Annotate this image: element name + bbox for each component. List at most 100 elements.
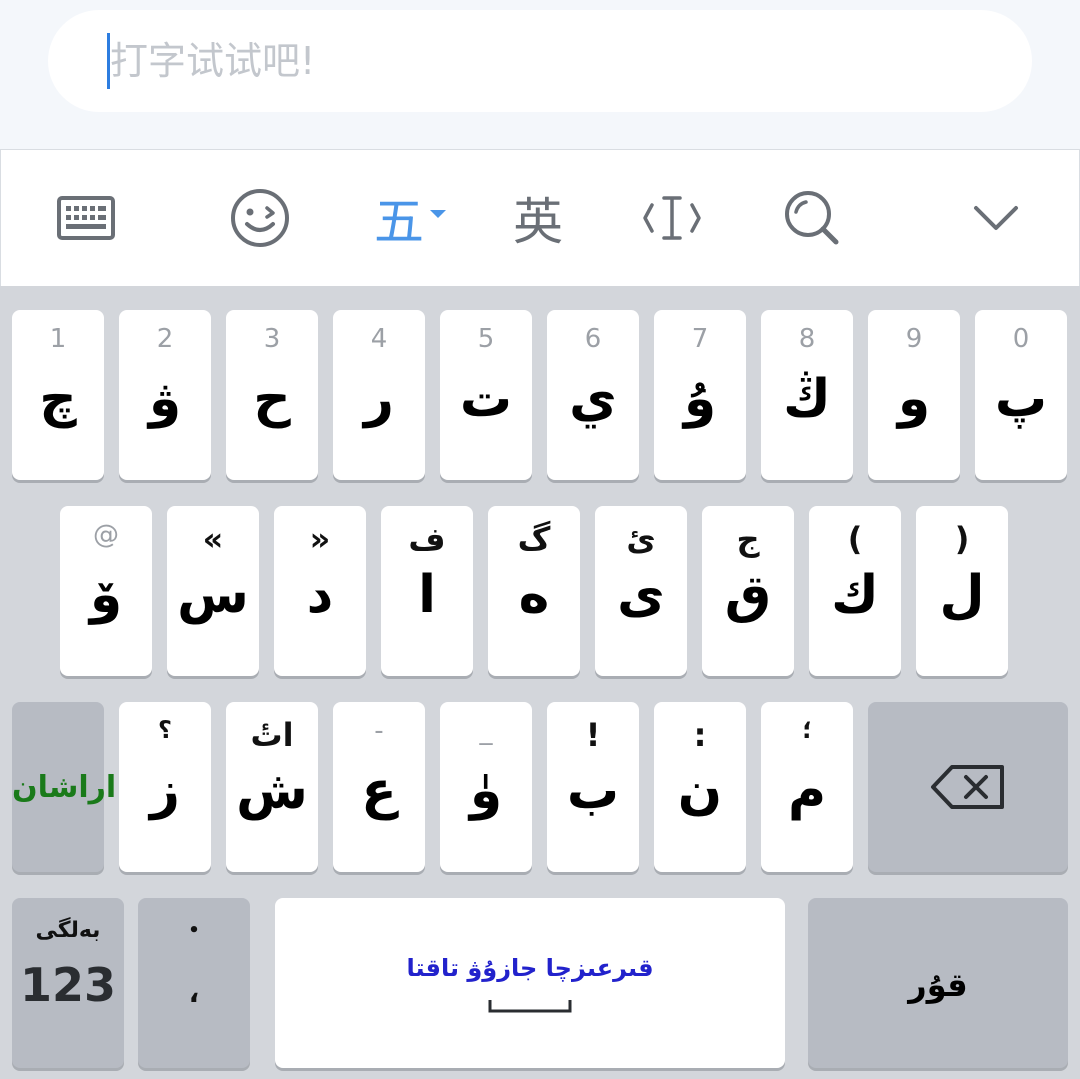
ime-mode-button[interactable]: 五 <box>361 150 461 286</box>
key-char: ز <box>150 761 180 821</box>
cursor-icon <box>643 196 701 240</box>
key-char: ە <box>518 565 550 625</box>
emoji-button[interactable] <box>215 150 305 286</box>
key-13[interactable]: » د <box>274 506 366 676</box>
key-char: ت <box>459 369 513 429</box>
key-hint: 4 <box>370 324 388 354</box>
symbol-key-label: اراشان <box>12 770 117 805</box>
key-7[interactable]: 7 ۇ <box>654 310 746 480</box>
key-char: چ <box>39 369 77 429</box>
key-hint: گ <box>517 520 551 558</box>
key-hint: @ <box>93 520 119 550</box>
key-17[interactable]: ج ق <box>702 506 794 676</box>
search-icon <box>785 191 839 245</box>
key-char: ڭ <box>783 369 831 429</box>
enter-key[interactable]: قۇر <box>808 898 1068 1068</box>
key-14[interactable]: ف ا <box>381 506 473 676</box>
key-22[interactable]: - ع <box>333 702 425 872</box>
key-char: و <box>897 369 931 429</box>
key-char: ش <box>236 761 308 821</box>
key-char: ي <box>569 369 617 429</box>
key-hint: 0 <box>1012 324 1030 354</box>
key-char: پ <box>994 369 1048 429</box>
key-18[interactable]: ( ك <box>809 506 901 676</box>
keyboard-toolbar: 五 英 <box>0 149 1080 287</box>
key-char: ۋ <box>148 369 182 429</box>
key-9[interactable]: 9 و <box>868 310 960 480</box>
key-hint: 8 <box>798 324 816 354</box>
key-hint: « <box>202 520 224 558</box>
key-hint: 5 <box>477 324 495 354</box>
key-hint: ج <box>736 520 760 558</box>
numbers-key[interactable]: بەلگى 123 <box>12 898 124 1068</box>
key-char: م <box>787 761 827 821</box>
ime-mode-label: 五 <box>374 193 424 251</box>
punctuation-key-label: ، <box>188 976 200 1009</box>
key-26[interactable]: ؛ م <box>761 702 853 872</box>
key-5[interactable]: 5 ت <box>440 310 532 480</box>
key-hint: ؛ <box>802 716 812 744</box>
key-1[interactable]: 1 چ <box>12 310 104 480</box>
ime-dropdown-icon <box>430 210 446 218</box>
key-char: ا <box>418 565 436 625</box>
numbers-key-hint: بەلگى <box>35 918 101 943</box>
enter-key-label: قۇر <box>908 966 968 1004</box>
english-mode-label: 英 <box>513 193 563 251</box>
key-hint: 7 <box>691 324 709 354</box>
input-placeholder: 打字试试吧! <box>110 39 316 83</box>
key-char: ن <box>677 761 723 821</box>
collapse-keyboard-button[interactable] <box>951 150 1041 286</box>
key-19[interactable]: ) ل <box>916 506 1008 676</box>
key-hint: ؟ <box>158 716 172 744</box>
key-char: د <box>306 565 334 625</box>
key-23[interactable]: _ ۈ <box>440 702 532 872</box>
keyboard-switch-button[interactable] <box>41 150 131 286</box>
search-button[interactable] <box>767 150 857 286</box>
key-char: ح <box>253 369 291 429</box>
backspace-key[interactable] <box>868 702 1068 872</box>
key-21[interactable]: اتٔ ش <box>226 702 318 872</box>
numbers-key-label: 123 <box>19 958 117 1012</box>
input-area: 打字试试吧! <box>0 0 1080 149</box>
key-6[interactable]: 6 ي <box>547 310 639 480</box>
key-12[interactable]: « س <box>167 506 259 676</box>
key-hint: - <box>374 716 384 746</box>
key-10[interactable]: 0 پ <box>975 310 1067 480</box>
emoji-icon <box>231 189 289 247</box>
cursor-edit-button[interactable] <box>627 150 717 286</box>
key-24[interactable]: ! ب <box>547 702 639 872</box>
key-15[interactable]: گ ە <box>488 506 580 676</box>
key-hint: اتٔ <box>250 716 294 754</box>
key-char: ب <box>566 761 620 821</box>
key-25[interactable]: : ن <box>654 702 746 872</box>
key-hint: ف <box>408 520 446 558</box>
key-hint: ) <box>954 520 970 558</box>
keyboard-area: 1 چ 2 ۋ 3 ح 4 ر 5 ت 6 ي 7 ۇ 8 ڭ 9 و 0 پ … <box>0 286 1080 1079</box>
symbol-key[interactable]: اراشان <box>12 702 117 872</box>
key-3[interactable]: 3 ح <box>226 310 318 480</box>
space-key-label: قىرعىزچا جازۇۋ تاقتا <box>406 954 654 982</box>
punctuation-key-hint: • <box>188 920 200 941</box>
chevron-down-icon <box>974 206 1018 230</box>
key-char: ى <box>617 565 665 625</box>
key-char: ۆ <box>89 565 123 625</box>
punctuation-key[interactable]: • ، <box>138 898 250 1068</box>
key-hint: ! <box>585 716 601 754</box>
key-11[interactable]: @ ۆ <box>60 506 152 676</box>
key-char: ع <box>361 761 397 821</box>
key-16[interactable]: ئ ى <box>595 506 687 676</box>
key-hint: _ <box>479 716 493 746</box>
english-mode-button[interactable]: 英 <box>493 150 583 286</box>
key-char: ۈ <box>469 761 503 821</box>
key-hint: 6 <box>584 324 602 354</box>
key-20[interactable]: ؟ ز <box>119 702 211 872</box>
key-8[interactable]: 8 ڭ <box>761 310 853 480</box>
space-key[interactable]: قىرعىزچا جازۇۋ تاقتا <box>275 898 785 1068</box>
key-2[interactable]: 2 ۋ <box>119 310 211 480</box>
key-char: ل <box>939 565 985 625</box>
key-char: ۇ <box>683 369 717 429</box>
key-4[interactable]: 4 ر <box>333 310 425 480</box>
key-hint: ( <box>847 520 863 558</box>
key-hint: » <box>309 520 331 558</box>
key-char: ك <box>831 565 879 625</box>
